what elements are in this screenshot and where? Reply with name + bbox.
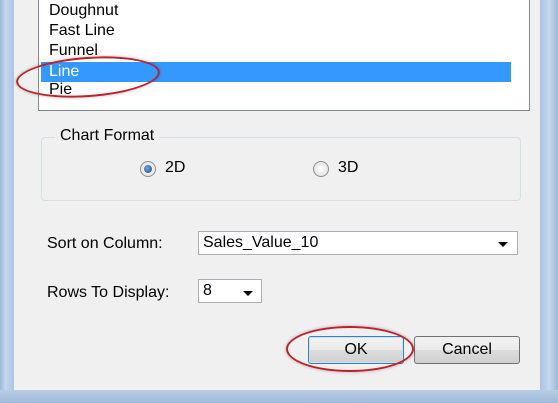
sort-on-column-value: Sales_Value_10 <box>203 234 319 251</box>
radio-2d[interactable] <box>140 161 156 177</box>
window-frame-left <box>0 0 14 403</box>
list-item-funnel[interactable]: Funnel <box>47 41 98 61</box>
window-frame-right <box>540 0 558 403</box>
list-item-doughnut[interactable]: Doughnut <box>47 1 118 21</box>
sort-on-column-label: Sort on Column: <box>47 235 163 252</box>
radio-3d-label[interactable]: 3D <box>338 158 358 178</box>
list-item-line[interactable]: Line <box>41 62 511 82</box>
rows-to-display-value: 8 <box>203 282 212 299</box>
list-item-pie[interactable]: Pie <box>47 82 72 98</box>
sort-on-column-combo[interactable]: Sales_Value_10 <box>198 231 518 255</box>
cancel-button[interactable]: Cancel <box>414 336 520 364</box>
radio-2d-label[interactable]: 2D <box>165 158 185 178</box>
chevron-down-icon[interactable] <box>498 242 508 247</box>
chart-format-title: Chart Format <box>55 125 160 147</box>
window-frame-bottom <box>0 390 558 403</box>
rows-to-display-label: Rows To Display: <box>47 284 170 301</box>
chevron-down-icon[interactable] <box>243 291 253 296</box>
list-item-fast-line[interactable]: Fast Line <box>47 21 115 41</box>
radio-3d[interactable] <box>313 161 329 177</box>
rows-to-display-combo[interactable]: 8 <box>198 279 262 303</box>
chart-type-listbox[interactable]: Doughnut Fast Line Funnel Line Pie ▼ <box>38 0 530 111</box>
ok-button[interactable]: OK <box>308 336 404 364</box>
